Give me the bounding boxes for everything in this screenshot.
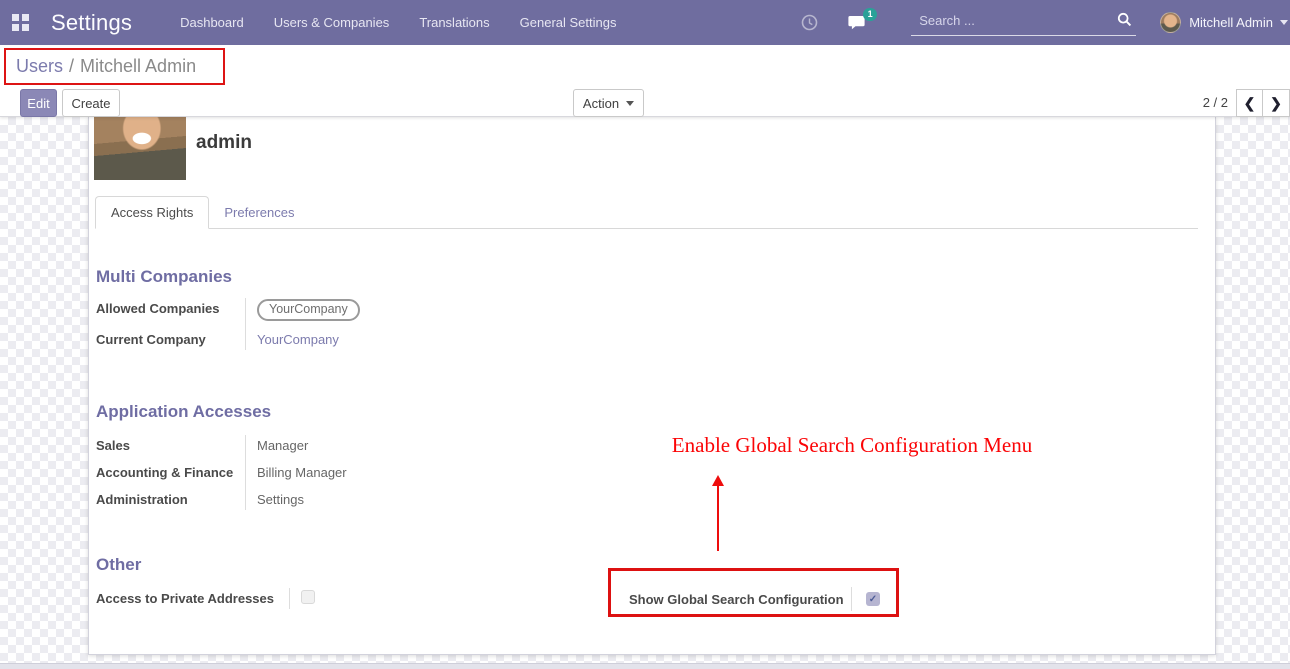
group-separator-line [245,435,246,510]
group-separator-line [289,588,290,609]
global-search-checkbox[interactable]: ✓ [866,592,880,606]
group-other: Access to Private Addresses [96,585,376,612]
field-value: Billing Manager [245,464,347,481]
action-dropdown-button[interactable]: Action [573,89,644,117]
section-title-multi-companies: Multi Companies [96,267,232,287]
breadcrumb-current: Mitchell Admin [80,56,196,76]
search-icon[interactable] [1117,12,1132,32]
chevron-right-icon: ❯ [1270,95,1282,112]
pager-counter: 2 / 2 [1203,95,1228,110]
messaging-count-badge: 1 [863,8,877,21]
section-title-other: Other [96,555,141,575]
private-addresses-checkbox[interactable] [301,590,315,604]
user-menu-label: Mitchell Admin [1189,15,1273,30]
breadcrumb: Users / Mitchell Admin [6,56,196,77]
search-input[interactable] [911,9,1136,36]
pager-previous-button[interactable]: ❮ [1236,89,1263,117]
top-navbar: Settings Dashboard Users & Companies Tra… [0,0,1290,45]
field-row-current-company: Current Company YourCompany [96,326,656,353]
apps-menu-icon[interactable] [12,14,29,31]
current-company-link[interactable]: YourCompany [257,332,339,347]
create-button[interactable]: Create [62,89,120,117]
field-value: Manager [245,437,308,454]
field-row-global-search: Show Global Search Configuration ✓ [629,587,880,611]
field-value: YourCompany [245,331,339,348]
bottom-edge-bar [0,663,1290,669]
field-value: YourCompany [245,300,360,321]
field-label: Administration [96,491,245,508]
pager-next-button[interactable]: ❯ [1263,89,1290,117]
menu-item-users-companies[interactable]: Users & Companies [274,15,390,30]
menu-item-general-settings[interactable]: General Settings [520,15,617,30]
company-tag: YourCompany [257,299,360,321]
annotation-arrow-line [717,485,719,551]
pager: ❮ ❯ [1236,89,1290,117]
activities-clock-icon[interactable] [801,14,818,31]
login-name: admin [196,132,252,154]
form-sheet: admin Access Rights Preferences Multi Co… [88,117,1216,655]
field-row-private-addresses: Access to Private Addresses [96,585,376,612]
field-value: Settings [245,491,304,508]
menu-item-translations[interactable]: Translations [419,15,489,30]
field-label: Access to Private Addresses [96,590,289,607]
caret-down-icon [626,101,634,106]
app-title: Settings [51,10,132,36]
user-menu[interactable]: Mitchell Admin [1160,12,1288,33]
edit-button[interactable]: Edit [20,89,57,117]
breadcrumb-highlight-box: Users / Mitchell Admin [4,48,225,85]
group-multi-companies: Allowed Companies YourCompany Current Co… [96,295,656,353]
field-row-allowed-companies: Allowed Companies YourCompany [96,295,656,326]
field-label: Sales [96,437,245,454]
tab-access-rights[interactable]: Access Rights [95,196,209,229]
chevron-left-icon: ❮ [1244,95,1256,112]
breadcrumb-link-users[interactable]: Users [16,56,63,76]
control-panel: Users/Mitchell Admin Edit Create Action … [0,45,1290,117]
breadcrumb-separator: / [69,56,74,76]
user-photo [94,117,186,180]
field-label: Accounting & Finance [96,464,245,481]
main-menu: Dashboard Users & Companies Translations… [180,15,616,30]
annotation-text: Enable Global Search Configuration Menu [502,433,1202,458]
section-title-application-accesses: Application Accesses [96,402,271,422]
field-value [289,590,315,604]
global-search [911,9,1136,36]
field-row-accounting-finance: Accounting & Finance Billing Manager [96,459,656,486]
chevron-down-icon [1280,20,1288,25]
field-row-administration: Administration Settings [96,486,656,513]
check-icon: ✓ [869,594,877,605]
user-avatar [1160,12,1181,33]
group-separator-line [245,298,246,350]
notebook-tabs: Access Rights Preferences [95,198,1198,229]
field-label: Current Company [96,331,245,348]
group-separator-line [851,587,852,611]
content-background: admin Access Rights Preferences Multi Co… [0,117,1290,669]
messaging-icon[interactable]: 1 [848,15,867,31]
menu-item-dashboard[interactable]: Dashboard [180,15,244,30]
action-dropdown-label: Action [583,96,619,111]
field-label: Show Global Search Configuration [629,591,845,608]
field-label: Allowed Companies [96,300,245,317]
tab-preferences[interactable]: Preferences [209,197,309,228]
